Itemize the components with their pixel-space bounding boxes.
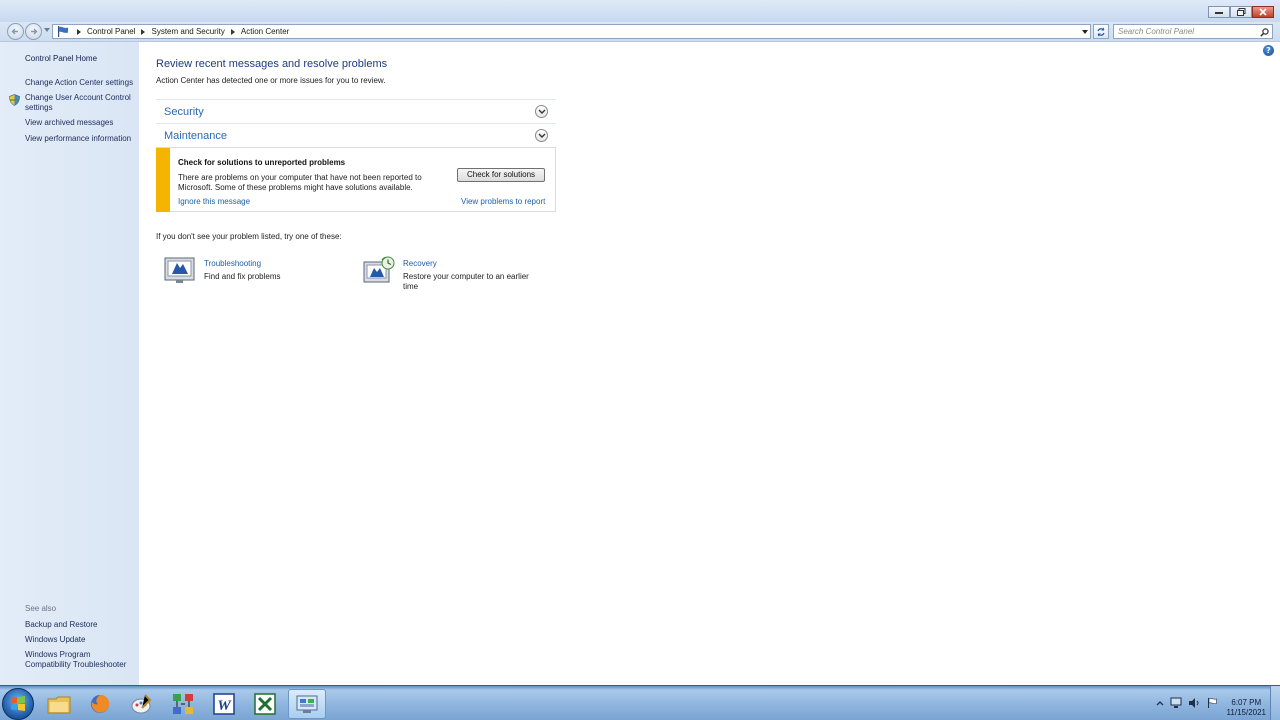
action-center-flag-tray-icon[interactable] (1206, 697, 1218, 709)
taskbar-excel[interactable] (248, 689, 282, 719)
back-button[interactable] (7, 23, 24, 40)
start-button[interactable] (2, 688, 34, 720)
refresh-button[interactable] (1093, 24, 1109, 39)
see-also-compatibility-troubleshooter[interactable]: Windows Program Compatibility Troublesho… (25, 650, 137, 670)
uac-shield-icon (9, 94, 20, 106)
recovery-icon (363, 256, 395, 283)
minimize-icon (1215, 12, 1223, 14)
expand-maintenance-button[interactable] (535, 129, 548, 142)
taskbar-clock[interactable]: 6:07 PM 11/15/2021 (1227, 698, 1266, 718)
recovery-description: Restore your computer to an earlier time (403, 272, 529, 291)
taskbar-network-app[interactable] (166, 689, 200, 719)
restore-button[interactable] (1230, 6, 1252, 18)
taskbar: W 6:07 PM 11/15/2021 (0, 685, 1280, 720)
file-explorer-icon (47, 696, 71, 714)
network-app-icon (173, 694, 193, 714)
message-title: Check for solutions to unreported proble… (178, 158, 346, 167)
troubleshooting-description: Find and fix problems (204, 272, 281, 281)
ignore-message-link[interactable]: Ignore this message (178, 197, 250, 206)
sidebar-change-uac-settings[interactable]: Change User Account Control settings (25, 93, 137, 113)
back-arrow-icon (11, 28, 18, 35)
system-tray (1156, 686, 1218, 720)
show-hidden-icons-icon[interactable] (1156, 699, 1164, 707)
recent-pages-dropdown[interactable] (44, 28, 50, 32)
search-input[interactable]: Search Control Panel (1113, 24, 1273, 39)
sidebar-control-panel-home[interactable]: Control Panel Home (25, 54, 137, 64)
paint-icon (131, 694, 152, 714)
restore-icon (1236, 8, 1245, 16)
taskbar-firefox[interactable] (83, 689, 117, 719)
clock-date: 11/15/2021 (1226, 708, 1266, 717)
taskbar-control-panel[interactable] (288, 689, 326, 719)
sidebar-view-archived-messages[interactable]: View archived messages (25, 118, 137, 128)
address-bar[interactable]: Control Panel System and Security Action… (52, 24, 1091, 39)
action-center-flag-icon (58, 26, 68, 37)
security-section-header[interactable]: Security (156, 99, 556, 123)
sidebar-view-performance-information[interactable]: View performance information (25, 134, 137, 144)
volume-icon[interactable] (1188, 697, 1200, 709)
chevron-down-icon (538, 133, 545, 138)
try-these-text: If you don't see your problem listed, tr… (156, 232, 342, 241)
sidebar: Control Panel Home Change Action Center … (0, 42, 139, 685)
message-severity-bar (156, 148, 170, 212)
window-content: Control Panel Home Change Action Center … (0, 41, 1280, 685)
maintenance-message: Check for solutions to unreported proble… (156, 147, 556, 212)
taskbar-word[interactable]: W (207, 689, 241, 719)
breadcrumb-control-panel[interactable]: Control Panel (87, 27, 135, 36)
navigation-bar: Control Panel System and Security Action… (0, 22, 1280, 41)
minimize-button[interactable] (1208, 6, 1230, 18)
help-icon[interactable]: ? (1263, 45, 1274, 56)
windows-logo-icon (11, 696, 25, 711)
search-icon[interactable] (1260, 28, 1269, 37)
forward-button[interactable] (25, 23, 42, 40)
breadcrumb-separator[interactable] (230, 28, 235, 35)
show-desktop-button[interactable] (1270, 686, 1280, 720)
troubleshooting-link[interactable]: Troubleshooting (204, 259, 261, 268)
page-subtitle: Action Center has detected one or more i… (156, 76, 386, 85)
firefox-icon (91, 695, 110, 713)
breadcrumb-action-center[interactable]: Action Center (241, 27, 289, 36)
clock-time: 6:07 PM (1231, 698, 1262, 707)
sidebar-change-action-center-settings[interactable]: Change Action Center settings (25, 78, 137, 88)
breadcrumb-system-and-security[interactable]: System and Security (151, 27, 224, 36)
forward-arrow-icon (31, 28, 38, 35)
expand-security-button[interactable] (535, 105, 548, 118)
see-also-windows-update[interactable]: Windows Update (25, 635, 137, 645)
close-icon (1259, 8, 1267, 16)
recovery-link[interactable]: Recovery (403, 259, 437, 268)
chevron-down-icon (538, 109, 545, 114)
security-section-title[interactable]: Security (164, 106, 204, 118)
see-also-heading: See also (25, 604, 57, 613)
page-title: Review recent messages and resolve probl… (156, 58, 388, 70)
svg-text:W: W (217, 698, 232, 714)
window-controls (1208, 6, 1274, 18)
message-text: There are problems on your computer that… (178, 173, 422, 192)
see-also-backup-and-restore[interactable]: Backup and Restore (25, 620, 137, 630)
taskbar-paint[interactable] (124, 689, 158, 719)
maintenance-section-title[interactable]: Maintenance (164, 130, 227, 142)
word-icon: W (213, 693, 235, 715)
window-title-bar (0, 0, 1280, 22)
close-button[interactable] (1252, 6, 1274, 18)
control-panel-icon (296, 695, 318, 713)
refresh-icon (1097, 27, 1105, 36)
excel-icon (254, 693, 276, 715)
check-for-solutions-button[interactable]: Check for solutions (457, 168, 545, 182)
breadcrumb-separator[interactable] (77, 28, 81, 35)
maintenance-section-header[interactable]: Maintenance (156, 123, 556, 147)
address-dropdown-icon[interactable] (1082, 30, 1088, 34)
taskbar-file-explorer[interactable] (42, 689, 76, 719)
breadcrumb-separator[interactable] (141, 28, 146, 35)
network-icon[interactable] (1170, 697, 1182, 709)
troubleshooting-icon (164, 257, 195, 283)
view-problems-link[interactable]: View problems to report (461, 197, 545, 206)
